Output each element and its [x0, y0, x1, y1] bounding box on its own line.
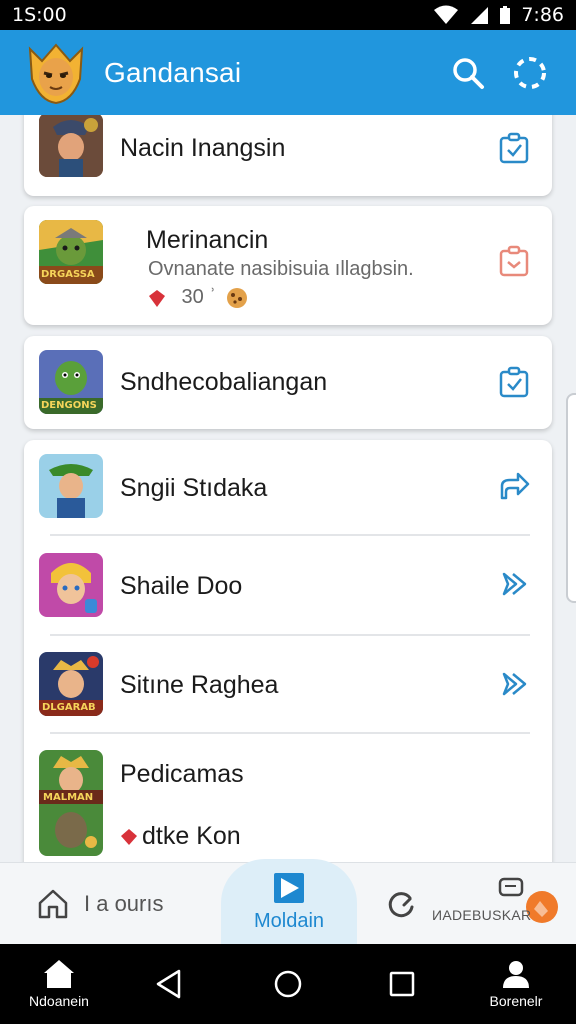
tab-messages[interactable]: ИADEBUSKAR: [432, 863, 564, 945]
game-thumbnail: DENGONS: [39, 350, 103, 414]
item-meta: 30 ʾ: [148, 286, 248, 309]
item-title: Sitıne Raghea: [120, 671, 279, 699]
game-thumbnail: DRGASSA: [39, 220, 103, 284]
app-title: Gandansai: [104, 56, 242, 88]
play-flag-icon: [274, 872, 304, 903]
item-title: Merinancin: [146, 226, 269, 254]
thumb-caption: DENGONS: [41, 400, 97, 411]
thumb-caption: DRGASSA: [41, 269, 95, 280]
tab-main[interactable]: Moldain: [221, 859, 357, 945]
share-button[interactable]: [496, 468, 532, 504]
tab-label: I a ourıs: [84, 891, 164, 916]
divider: [50, 732, 530, 734]
search-button[interactable]: [444, 49, 492, 97]
person-icon: [503, 961, 529, 988]
home-icon: [44, 960, 74, 988]
side-drawer-handle[interactable]: [566, 393, 576, 603]
thumb-caption: DLGARAB: [42, 702, 96, 713]
double-chevron-right-icon: [502, 572, 527, 596]
open-button[interactable]: [496, 666, 532, 702]
system-navigation-bar: Ndoanein Borenelr: [0, 944, 576, 1024]
wifi-icon: [434, 5, 459, 24]
status-time: 1S:00: [12, 4, 67, 26]
item-subtitle: Ovnanate nasibisuia ıllagbsin.: [148, 258, 414, 280]
battery-icon: [500, 6, 511, 24]
clipboard-check-icon: [499, 366, 529, 398]
app-bar: Gandansai: [0, 30, 576, 115]
item-subtitle: dtke Kon: [142, 822, 241, 850]
more-options-button[interactable]: [506, 49, 554, 97]
home-circle-icon: [274, 970, 302, 998]
back-triangle-icon: [156, 969, 181, 999]
item-meta: dtke Kon: [120, 822, 241, 851]
game-thumbnail: MALMAN: [39, 750, 103, 856]
nav-back-button[interactable]: [148, 944, 188, 1024]
divider: [50, 634, 530, 636]
status-bar: 1S:00 7:86: [0, 0, 576, 30]
game-thumbnail: [39, 454, 103, 518]
meta-value: 30 ʾ: [176, 286, 217, 308]
status-clock: 7:86: [521, 4, 564, 26]
clipboard-remove-icon: [499, 245, 529, 277]
open-button[interactable]: [496, 566, 532, 602]
search-icon: [453, 57, 484, 89]
double-chevron-right-icon: [502, 672, 527, 696]
recents-square-icon: [389, 971, 415, 997]
nav-profile-button[interactable]: Borenelr: [470, 944, 562, 1024]
ruby-icon: [149, 289, 165, 307]
home-outline-icon: [38, 889, 68, 919]
nav-home-circle-button[interactable]: [268, 944, 308, 1024]
signal-icon: [471, 7, 489, 24]
item-title: Sngii Stıdaka: [120, 474, 268, 502]
dotted-circle-icon: [514, 56, 546, 89]
game-thumbnail: [39, 115, 103, 177]
list-item[interactable]: Nacin Inangsin: [24, 115, 552, 196]
refresh-icon: [388, 892, 414, 918]
game-list: Nacin Inangsin DRGASSA Merinancin Ovnana…: [0, 115, 576, 862]
divider: [50, 534, 530, 536]
tab-refresh[interactable]: [384, 863, 418, 945]
list-group: Sngii Stıdaka Shaile Doo DLGARAB Sitıne …: [24, 440, 552, 862]
item-action-button[interactable]: [496, 130, 532, 166]
list-item[interactable]: DRGASSA Merinancin Ovnanate nasibisuia ı…: [24, 206, 552, 325]
cookie-icon: [227, 287, 248, 308]
game-thumbnail: [39, 553, 103, 617]
nav-label: Ndoanein: [29, 993, 89, 1009]
item-title: Pedicamas: [120, 760, 244, 788]
item-title: Nacin Inangsin: [120, 134, 286, 162]
app-screen: 1S:00 7:86 Gandansai Nacin Inangsin DRGA…: [0, 0, 576, 1024]
clipboard-check-icon: [499, 132, 529, 164]
ruby-icon: [121, 828, 137, 845]
item-title: Shaile Doo: [120, 572, 243, 600]
app-logo: [22, 39, 90, 107]
list-item[interactable]: DENGONS Sndhecobaliangan: [24, 336, 552, 429]
share-icon: [500, 472, 530, 500]
bottom-tab-bar: I a ourıs Moldain ИADEBUSKAR: [0, 859, 576, 945]
tab-tours[interactable]: I a ourıs: [36, 863, 163, 945]
nav-home-button[interactable]: Ndoanein: [16, 944, 102, 1024]
tab-label: Moldain: [253, 909, 325, 932]
item-action-button[interactable]: [496, 364, 532, 400]
thumb-caption: MALMAN: [43, 792, 94, 803]
game-thumbnail: DLGARAB: [39, 652, 103, 716]
nav-label: Borenelr: [489, 993, 543, 1009]
item-title: Sndhecobaliangan: [120, 368, 328, 396]
nav-recents-button[interactable]: [382, 944, 422, 1024]
item-action-button[interactable]: [496, 243, 532, 279]
tab-label: ИADEBUSKAR: [432, 907, 532, 923]
